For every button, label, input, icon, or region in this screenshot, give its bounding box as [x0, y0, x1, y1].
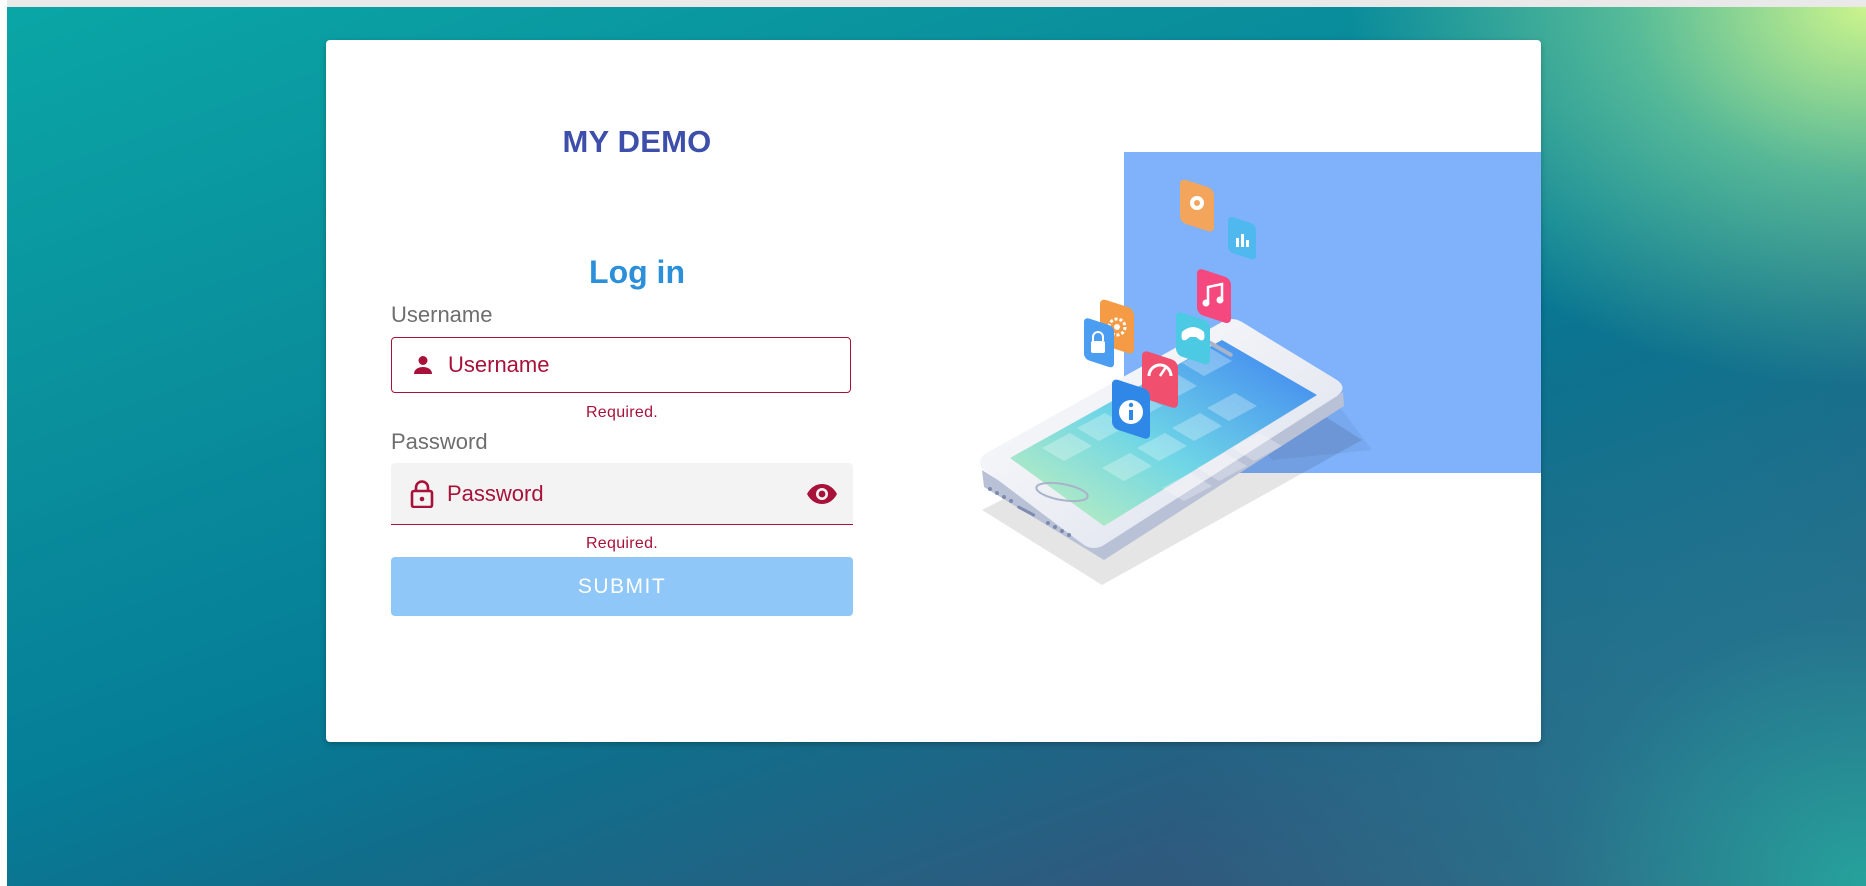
person-icon — [410, 352, 436, 378]
submit-button[interactable]: SUBMIT — [391, 557, 853, 616]
password-input[interactable]: Password — [391, 463, 853, 525]
password-error: Required. — [585, 535, 659, 552]
left-edge-strip — [0, 0, 7, 886]
username-label: Username — [391, 302, 493, 327]
username-input[interactable]: Username — [391, 337, 851, 393]
login-heading: Log in — [589, 254, 685, 290]
eye-icon[interactable] — [805, 479, 839, 509]
phone-illustration — [952, 40, 1541, 742]
password-label: Password — [391, 429, 488, 454]
login-card: MY DEMO Log in Username Username Require… — [326, 40, 1541, 742]
brand-title: MY DEMO — [562, 124, 712, 159]
username-error: Required. — [585, 404, 659, 421]
lock-icon — [409, 479, 435, 508]
browser-top-strip — [0, 0, 1866, 7]
password-placeholder: Password — [447, 480, 544, 506]
username-placeholder: Username — [448, 352, 550, 377]
